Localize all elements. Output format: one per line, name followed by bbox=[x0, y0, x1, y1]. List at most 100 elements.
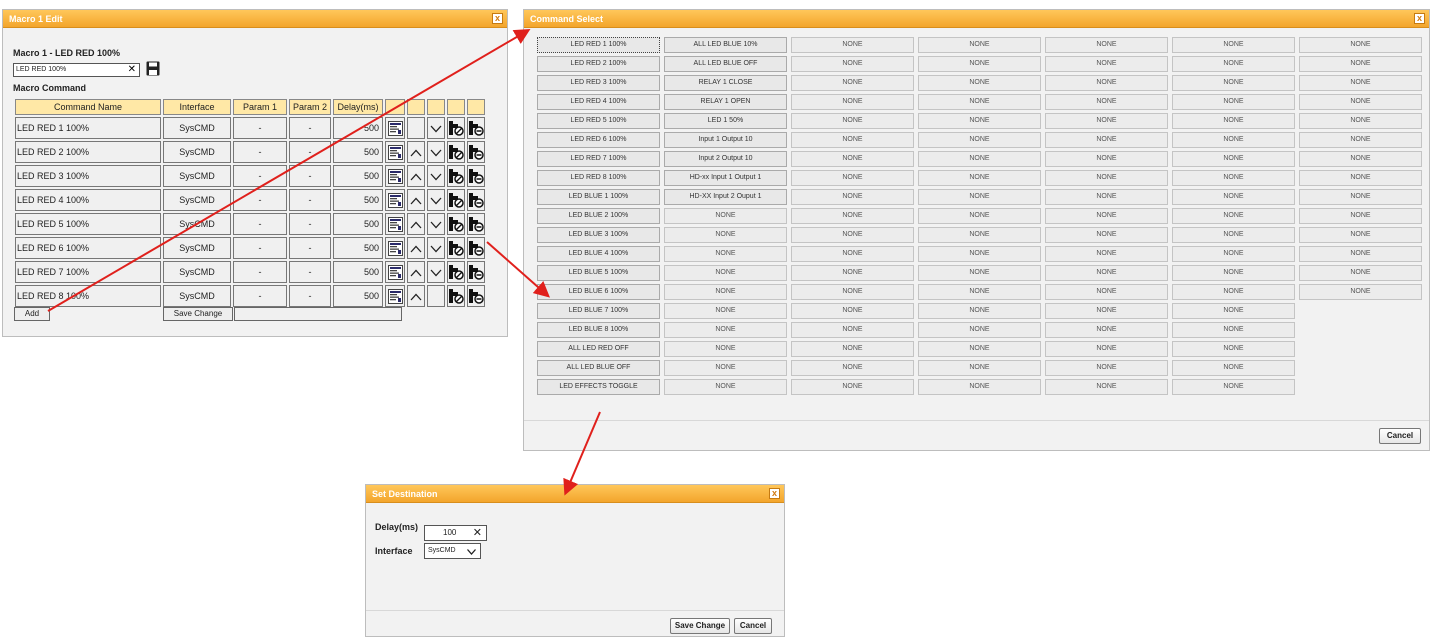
edit-icon[interactable] bbox=[385, 237, 405, 259]
command-button[interactable]: LED BLUE 3 100% bbox=[537, 227, 660, 243]
command-button[interactable]: LED RED 7 100% bbox=[537, 151, 660, 167]
command-select-close-button[interactable]: x bbox=[1414, 13, 1425, 24]
command-slot-empty[interactable]: NONE bbox=[664, 227, 787, 243]
move-up-icon[interactable] bbox=[407, 213, 425, 235]
command-slot-empty[interactable]: NONE bbox=[918, 37, 1041, 53]
command-button[interactable]: LED BLUE 6 100% bbox=[537, 284, 660, 300]
command-button[interactable]: LED BLUE 4 100% bbox=[537, 246, 660, 262]
set-destination-close-button[interactable]: x bbox=[769, 488, 780, 499]
command-slot-empty[interactable]: NONE bbox=[791, 265, 914, 281]
command-button[interactable]: LED RED 1 100% bbox=[537, 37, 660, 53]
command-slot-empty[interactable]: NONE bbox=[1172, 360, 1295, 376]
save-icon[interactable] bbox=[146, 61, 160, 76]
command-slot-empty[interactable]: NONE bbox=[1172, 227, 1295, 243]
command-slot-empty[interactable]: NONE bbox=[1172, 37, 1295, 53]
command-slot-empty[interactable]: NONE bbox=[791, 303, 914, 319]
move-up-icon[interactable] bbox=[407, 189, 425, 211]
command-slot-empty[interactable]: NONE bbox=[1172, 170, 1295, 186]
table-row[interactable]: LED RED 2 100% SysCMD - -500 bbox=[15, 141, 485, 163]
command-slot-empty[interactable]: NONE bbox=[1172, 189, 1295, 205]
delete-command-icon[interactable] bbox=[467, 213, 485, 235]
command-slot-empty[interactable]: NONE bbox=[918, 284, 1041, 300]
clear-icon[interactable]: ✕ bbox=[128, 64, 136, 76]
move-up-icon[interactable] bbox=[407, 285, 425, 307]
command-button[interactable]: Input 1 Output 10 bbox=[664, 132, 787, 148]
command-slot-empty[interactable]: NONE bbox=[918, 189, 1041, 205]
set-destination-cancel-button[interactable]: Cancel bbox=[734, 618, 772, 634]
command-slot-empty[interactable]: NONE bbox=[791, 37, 914, 53]
move-up-icon[interactable] bbox=[407, 141, 425, 163]
move-up-icon[interactable] bbox=[407, 237, 425, 259]
move-down-icon[interactable] bbox=[427, 189, 445, 211]
move-up-icon[interactable] bbox=[407, 261, 425, 283]
command-slot-empty[interactable]: NONE bbox=[918, 322, 1041, 338]
command-slot-empty[interactable]: NONE bbox=[1172, 265, 1295, 281]
command-slot-empty[interactable]: NONE bbox=[918, 303, 1041, 319]
command-button[interactable]: ALL LED RED OFF bbox=[537, 341, 660, 357]
command-button[interactable]: Input 2 Output 10 bbox=[664, 151, 787, 167]
edit-icon[interactable] bbox=[385, 285, 405, 307]
command-slot-empty[interactable]: NONE bbox=[791, 75, 914, 91]
command-slot-empty[interactable]: NONE bbox=[1045, 94, 1168, 110]
move-up-icon[interactable] bbox=[407, 165, 425, 187]
command-slot-empty[interactable]: NONE bbox=[1299, 170, 1422, 186]
edit-icon[interactable] bbox=[385, 213, 405, 235]
command-slot-empty[interactable]: NONE bbox=[1299, 208, 1422, 224]
delete-command-icon[interactable] bbox=[467, 237, 485, 259]
command-slot-empty[interactable]: NONE bbox=[1172, 322, 1295, 338]
insert-command-icon[interactable] bbox=[447, 189, 465, 211]
command-slot-empty[interactable]: NONE bbox=[918, 227, 1041, 243]
command-button[interactable]: LED RED 6 100% bbox=[537, 132, 660, 148]
command-slot-empty[interactable]: NONE bbox=[918, 94, 1041, 110]
command-button[interactable]: LED BLUE 5 100% bbox=[537, 265, 660, 281]
insert-command-icon[interactable] bbox=[447, 237, 465, 259]
command-slot-empty[interactable]: NONE bbox=[664, 379, 787, 395]
command-slot-empty[interactable]: NONE bbox=[1045, 132, 1168, 148]
insert-command-icon[interactable] bbox=[447, 213, 465, 235]
command-slot-empty[interactable]: NONE bbox=[1172, 56, 1295, 72]
command-slot-empty[interactable]: NONE bbox=[791, 189, 914, 205]
command-slot-empty[interactable]: NONE bbox=[918, 379, 1041, 395]
command-slot-empty[interactable]: NONE bbox=[664, 341, 787, 357]
move-down-icon[interactable] bbox=[427, 117, 445, 139]
command-slot-empty[interactable]: NONE bbox=[1045, 208, 1168, 224]
command-slot-empty[interactable]: NONE bbox=[1045, 322, 1168, 338]
command-slot-empty[interactable]: NONE bbox=[1045, 379, 1168, 395]
command-button[interactable]: LED 1 50% bbox=[664, 113, 787, 129]
command-slot-empty[interactable]: NONE bbox=[918, 75, 1041, 91]
command-slot-empty[interactable]: NONE bbox=[1172, 75, 1295, 91]
command-button[interactable]: LED RED 8 100% bbox=[537, 170, 660, 186]
command-slot-empty[interactable]: NONE bbox=[1045, 189, 1168, 205]
command-slot-empty[interactable]: NONE bbox=[791, 379, 914, 395]
command-slot-empty[interactable]: NONE bbox=[664, 246, 787, 262]
command-slot-empty[interactable]: NONE bbox=[918, 113, 1041, 129]
table-row[interactable]: LED RED 3 100% SysCMD - -500 bbox=[15, 165, 485, 187]
command-slot-empty[interactable]: NONE bbox=[664, 284, 787, 300]
edit-icon[interactable] bbox=[385, 141, 405, 163]
command-slot-empty[interactable]: NONE bbox=[1172, 132, 1295, 148]
command-slot-empty[interactable]: NONE bbox=[1172, 208, 1295, 224]
save-change-button[interactable]: Save Change bbox=[670, 618, 730, 634]
command-slot-empty[interactable]: NONE bbox=[791, 341, 914, 357]
command-slot-empty[interactable]: NONE bbox=[918, 56, 1041, 72]
move-down-icon[interactable] bbox=[427, 261, 445, 283]
command-button[interactable]: ALL LED BLUE OFF bbox=[664, 56, 787, 72]
delete-command-icon[interactable] bbox=[467, 261, 485, 283]
command-slot-empty[interactable]: NONE bbox=[1299, 56, 1422, 72]
insert-command-icon[interactable] bbox=[447, 285, 465, 307]
command-slot-empty[interactable]: NONE bbox=[1299, 227, 1422, 243]
command-button[interactable]: RELAY 1 OPEN bbox=[664, 94, 787, 110]
command-button[interactable]: HD-xx Input 1 Output 1 bbox=[664, 170, 787, 186]
command-button[interactable]: ALL LED BLUE 10% bbox=[664, 37, 787, 53]
command-slot-empty[interactable]: NONE bbox=[1299, 265, 1422, 281]
move-down-icon[interactable] bbox=[427, 165, 445, 187]
command-slot-empty[interactable]: NONE bbox=[1045, 56, 1168, 72]
command-slot-empty[interactable]: NONE bbox=[1299, 132, 1422, 148]
command-slot-empty[interactable]: NONE bbox=[664, 322, 787, 338]
command-button[interactable]: LED BLUE 7 100% bbox=[537, 303, 660, 319]
command-button[interactable]: LED BLUE 2 100% bbox=[537, 208, 660, 224]
delete-command-icon[interactable] bbox=[467, 285, 485, 307]
command-button[interactable]: LED RED 3 100% bbox=[537, 75, 660, 91]
command-slot-empty[interactable]: NONE bbox=[1045, 341, 1168, 357]
command-slot-empty[interactable]: NONE bbox=[791, 284, 914, 300]
